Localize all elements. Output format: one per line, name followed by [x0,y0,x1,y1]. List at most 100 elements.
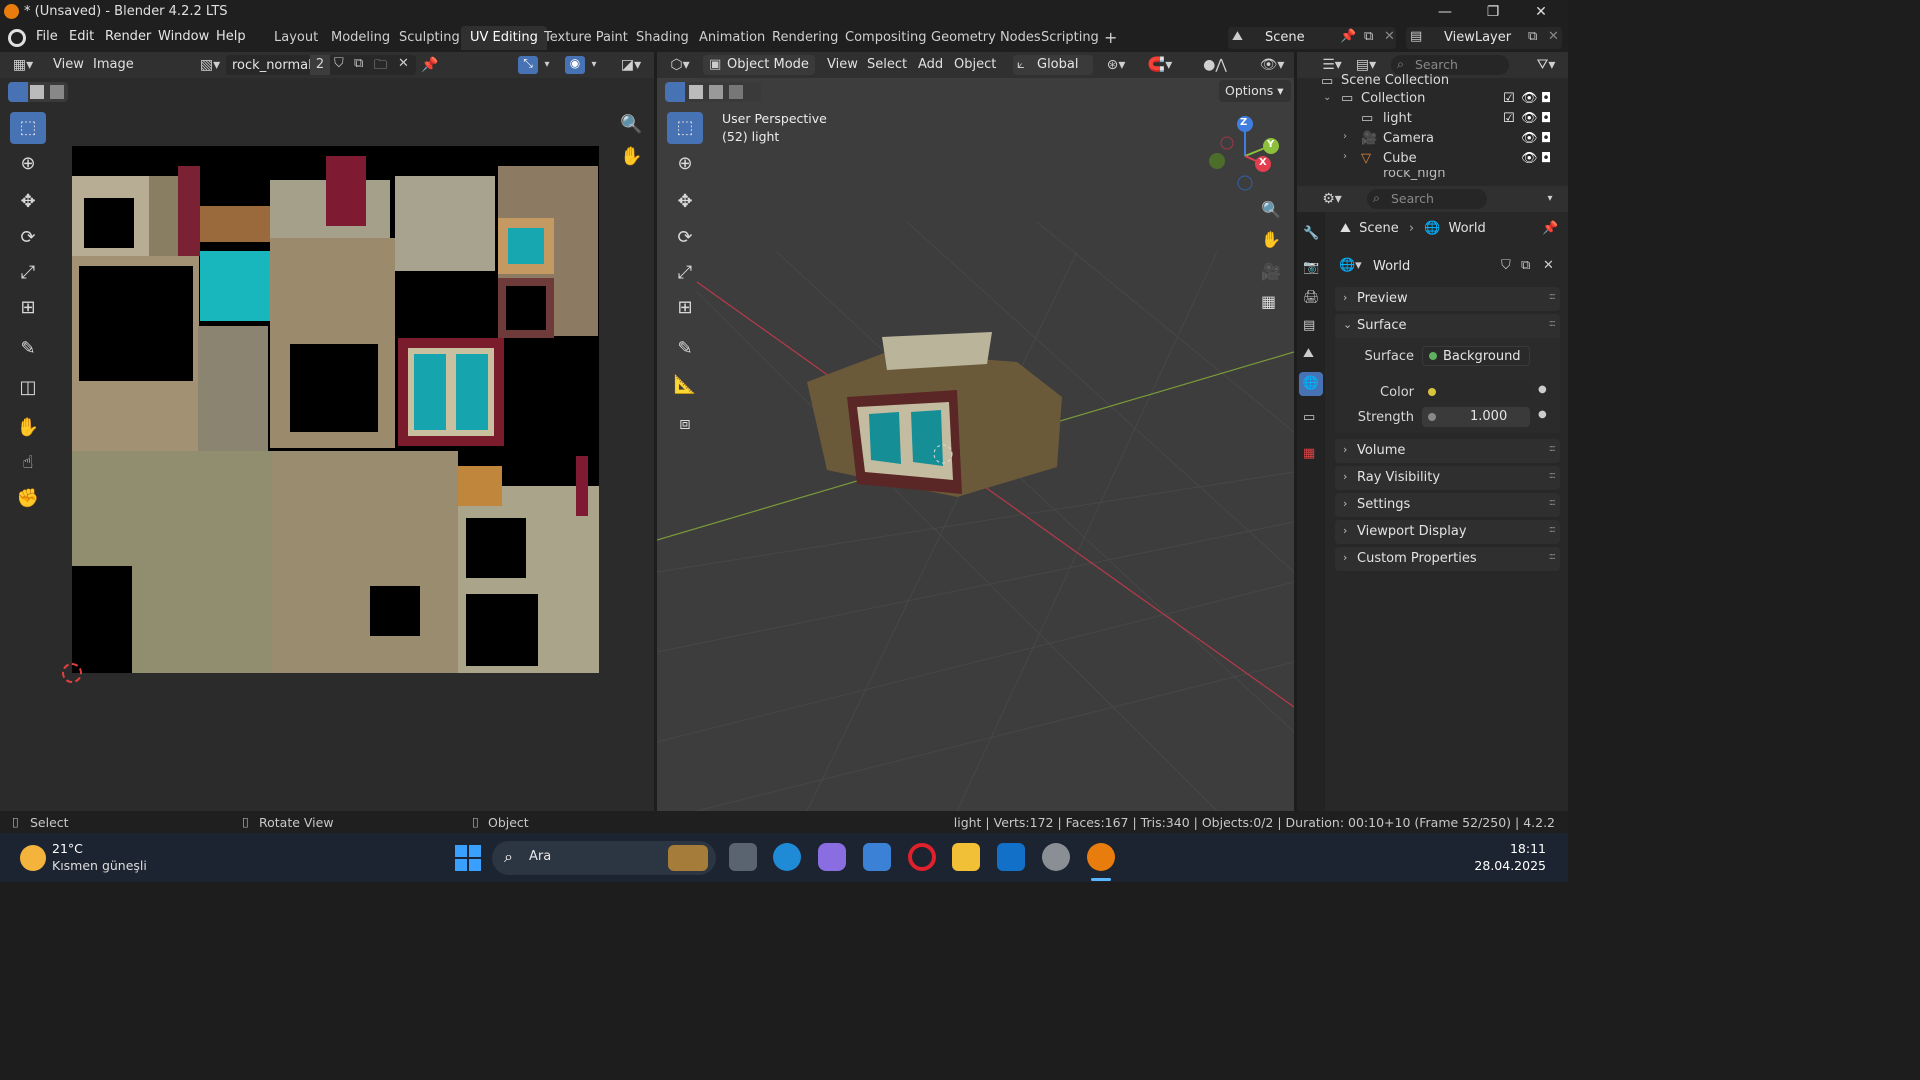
scene-tab-icon[interactable]: ⛰ [1303,346,1314,361]
viewport-menu-select[interactable]: Select [867,57,907,72]
rotate-tool[interactable]: ⟳ [667,222,703,254]
move-tool[interactable]: ✥ [10,186,46,218]
microsoft-store-icon[interactable] [863,843,891,871]
maximize-button[interactable]: ❐ [1470,0,1516,24]
user-count[interactable]: 2 [310,55,330,75]
outlook-icon[interactable] [997,843,1025,871]
add-cube-tool[interactable]: ⧈ [667,408,703,440]
drag-grip-icon[interactable]: :::: [1549,524,1557,535]
panel-viewport-display[interactable]: › Viewport Display:::: [1335,520,1560,544]
panel-surface[interactable]: ⌄ Surface:::: [1335,314,1560,338]
outliner-row-cube[interactable]: › ▽ Cube 👁 ◘ [1297,150,1568,170]
menu-render[interactable]: Render [105,29,151,44]
settings-gear-icon[interactable] [1042,843,1070,871]
rotate-tool[interactable]: ⟳ [10,222,46,254]
outliner-row-rock-high[interactable]: rock_high [1297,170,1568,182]
render-camera-icon[interactable]: ◘ [1541,131,1551,146]
select-new-icon[interactable] [665,82,685,102]
eye-icon[interactable]: 👁 [1521,91,1538,106]
clock-time[interactable]: 18:11 [1510,841,1546,856]
delete-scene-icon[interactable]: ✕ [1384,29,1395,44]
render-camera-icon[interactable]: ◘ [1541,151,1551,166]
new-scene-icon[interactable]: ⧉ [1364,29,1373,44]
tab-geometry-nodes[interactable]: Geometry Nodes [922,26,1050,50]
drag-grip-icon[interactable]: :::: [1549,470,1557,481]
drag-grip-icon[interactable]: :::: [1549,551,1557,562]
minimize-button[interactable]: — [1422,0,1468,24]
eye-icon[interactable]: 👁 [1521,111,1538,126]
tab-modeling[interactable]: Modeling [322,26,399,50]
panel-ray-visibility[interactable]: › Ray Visibility:::: [1335,466,1560,490]
image-browse-icon[interactable]: ▧▾ [196,55,224,75]
select-subtract-icon[interactable] [50,85,64,99]
rip-tool[interactable]: ◫ [10,372,46,404]
blender-menu-icon[interactable] [8,29,26,47]
panel-settings[interactable]: › Settings:::: [1335,493,1560,517]
view-layer-selector[interactable]: ▤ ViewLayer ⧉ ✕ [1406,27,1562,49]
uv-texture-image[interactable] [72,146,599,673]
panel-preview[interactable]: › Preview:::: [1335,287,1560,311]
output-tab-icon[interactable]: 🖨 [1303,290,1320,305]
measure-tool[interactable]: 📐 [667,369,703,401]
chevron-down-icon[interactable]: ⌄ [1323,92,1331,103]
select-box-tool[interactable]: ⬚ [667,112,703,144]
fake-user-icon[interactable]: ⛉ [334,56,344,71]
camera-view-icon[interactable]: 🎥 [1261,262,1281,281]
tab-layout[interactable]: Layout [265,26,327,50]
taskbar-search-box[interactable]: ⌕ Ara [492,841,716,875]
weather-temperature[interactable]: 21°C [52,841,83,856]
chevron-down-icon[interactable]: ▾ [587,55,601,75]
viewport-menu-add[interactable]: Add [918,57,943,72]
tab-shading[interactable]: Shading [627,26,698,50]
opera-browser-icon[interactable] [908,843,936,871]
tab-uv-editing[interactable]: UV Editing [461,26,547,50]
select-invert-icon[interactable] [729,85,743,99]
new-image-icon[interactable]: ⧉ [354,56,363,71]
blender-taskbar-icon[interactable] [1087,843,1115,871]
world-browse-icon[interactable]: 🌐▾ [1339,258,1362,273]
cursor-tool[interactable]: ⊕ [667,148,703,180]
uv-menu-view[interactable]: View [53,57,84,72]
render-camera-icon[interactable]: ◘ [1541,111,1551,126]
delete-view-layer-icon[interactable]: ✕ [1548,29,1559,44]
zoom-icon[interactable]: 🔍 [1261,200,1281,219]
editor-type-icon[interactable]: ⚙▾ [1317,189,1347,209]
visibility-icon[interactable]: 👁▾ [1257,55,1287,75]
select-box-tool[interactable]: ⬚ [10,112,46,144]
pin-icon[interactable]: 📌 [1340,29,1356,44]
strength-field[interactable]: 1.000 [1422,407,1530,427]
display-channels-icon[interactable]: ◪▾ [616,55,646,75]
pivot-point-icon[interactable]: ⊛▾ [1101,55,1131,75]
perspective-toggle-icon[interactable]: ▦ [1261,292,1276,311]
pan-hand-icon[interactable]: ✋ [620,146,642,167]
outliner-row-light[interactable]: ▭ light ☑ 👁 ◘ [1297,110,1568,130]
color-field[interactable] [1422,382,1530,402]
move-tool[interactable]: ✥ [667,186,703,218]
checkbox-icon[interactable]: ☑ [1503,111,1515,126]
new-view-layer-icon[interactable]: ⧉ [1528,29,1537,44]
render-camera-icon[interactable]: ◘ [1541,91,1551,106]
menu-file[interactable]: File [36,29,58,44]
menu-edit[interactable]: Edit [69,29,94,44]
pan-hand-icon[interactable]: ✋ [1261,230,1281,249]
snap-icon[interactable]: 🧲▾ [1135,55,1185,75]
transform-tool[interactable]: ⊞ [10,292,46,324]
annotate-tool[interactable]: ✎ [10,333,46,365]
relax-tool[interactable]: ☝ [10,447,46,479]
texture-tab-icon[interactable]: ▦ [1303,446,1315,461]
world-datablock[interactable]: 🌐▾ World ⛉ ⧉ ✕ [1335,256,1560,278]
pinch-tool[interactable]: ✊ [10,483,46,515]
tab-compositing[interactable]: Compositing [836,26,936,50]
checkbox-icon[interactable]: ☑ [1503,91,1515,106]
unlink-world-icon[interactable]: ✕ [1543,258,1554,273]
uv-sync-icon[interactable]: ⤡ [518,56,538,74]
tab-texture-paint[interactable]: Texture Paint [535,26,637,50]
select-extend-icon[interactable] [30,85,44,99]
keyframe-dot-icon[interactable]: ● [1538,384,1547,395]
tool-tab-icon[interactable]: 🔧 [1303,226,1319,241]
unlink-image-icon[interactable]: ✕ [398,56,409,71]
surface-shader-dropdown[interactable]: Background [1422,346,1530,366]
proportional-edit-icon[interactable]: ●⋀ [1195,55,1235,75]
panel-custom-properties[interactable]: › Custom Properties:::: [1335,547,1560,571]
select-new-icon[interactable] [8,82,28,102]
